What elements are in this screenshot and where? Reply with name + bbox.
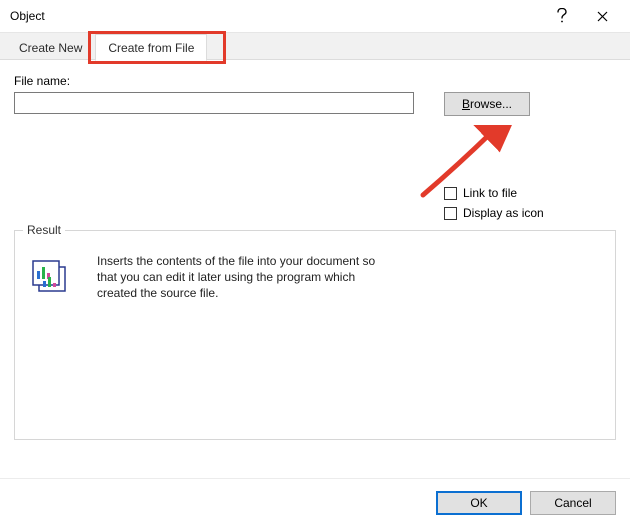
cancel-button-label: Cancel: [554, 496, 591, 510]
browse-button[interactable]: Browse...: [444, 92, 530, 116]
browse-mnemonic: B: [462, 97, 470, 111]
link-to-file-label: Link to file: [463, 186, 517, 200]
tab-create-from-file-label: Create from File: [108, 41, 194, 55]
checkbox-box-icon: [444, 187, 457, 200]
result-legend: Result: [23, 223, 65, 237]
file-name-input[interactable]: [14, 92, 414, 114]
file-name-label: File name:: [14, 74, 616, 88]
result-description: Inserts the contents of the file into yo…: [97, 253, 397, 302]
dialog-content: File name: Browse... Link to file Displa…: [0, 60, 630, 440]
checkbox-box-icon: [444, 207, 457, 220]
browse-rest: rowse...: [470, 97, 512, 111]
titlebar: Object: [0, 0, 630, 32]
cancel-button[interactable]: Cancel: [530, 491, 616, 515]
result-icon: [29, 257, 73, 301]
display-as-icon-label: Display as icon: [463, 206, 544, 220]
options-group: Link to file Display as icon: [444, 186, 616, 220]
dialog-title: Object: [10, 9, 542, 23]
link-to-file-checkbox[interactable]: Link to file: [444, 186, 616, 200]
close-button[interactable]: [582, 1, 622, 31]
ok-button[interactable]: OK: [436, 491, 522, 515]
footer-separator: [0, 478, 630, 479]
ok-button-label: OK: [470, 496, 487, 510]
tab-create-new-label: Create New: [19, 41, 82, 55]
dialog-footer: OK Cancel: [436, 491, 616, 515]
help-button[interactable]: [542, 1, 582, 31]
tab-strip: Create New Create from File: [0, 32, 630, 60]
result-frame: Result Inserts the contents of the file …: [14, 230, 616, 440]
tab-create-from-file[interactable]: Create from File: [95, 34, 207, 61]
tab-create-new[interactable]: Create New: [6, 34, 95, 61]
display-as-icon-checkbox[interactable]: Display as icon: [444, 206, 616, 220]
